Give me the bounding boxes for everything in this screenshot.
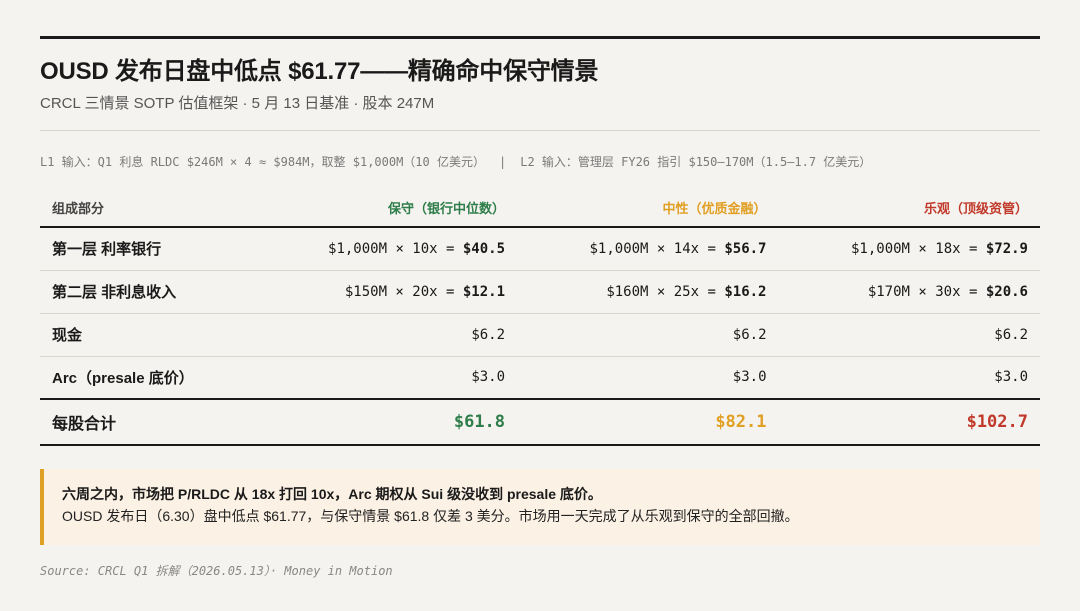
page-subtitle: CRCL 三情景 SOTP 估值框架 · 5 月 13 日基准 · 股本 247… [40, 95, 435, 112]
total-label: 每股合计 [40, 398, 256, 446]
cell-conservative: $150M × 20x = $12.1 [255, 270, 518, 314]
row-label: Arc（presale 底价） [40, 356, 256, 400]
table-header-row: 组成部分 保守（银行中位数） 中性（优质金融） 乐观（顶级资管） [40, 189, 1040, 228]
cell-conservative: $1,000M × 10x = $40.5 [255, 227, 518, 271]
inputs-separator: | [499, 155, 507, 169]
cell-optimistic: $1,000M × 18x = $72.9 [778, 227, 1040, 271]
callout-headline: 六周之内，市场把 P/RLDC 从 18x 打回 10x，Arc 期权从 Sui… [62, 486, 602, 502]
l1-input-note: L1 输入：Q1 利息 RLDC $246M × 4 ≈ $984M，取整 $1… [40, 155, 485, 169]
cell-neutral: $1,000M × 14x = $56.7 [517, 227, 779, 271]
table-row: 第二层 非利息收入 $150M × 20x = $12.1 $160M × 25… [40, 270, 1040, 314]
cell-optimistic: $170M × 30x = $20.6 [778, 270, 1040, 314]
cell-conservative: $3.0 [255, 356, 518, 400]
page-title: OUSD 发布日盘中低点 $61.77——精确命中保守情景 [40, 58, 599, 85]
table-row: Arc（presale 底价） $3.0 $3.0 $3.0 [40, 356, 1040, 400]
header-neutral: 中性（优质金融） [517, 189, 779, 228]
header-optimistic: 乐观（顶级资管） [778, 189, 1040, 228]
cell-neutral: $3.0 [517, 356, 779, 400]
source-note: Source: CRCL Q1 拆解（2026.05.13）· Money in… [40, 564, 393, 578]
l2-input-note: L2 输入：管理层 FY26 指引 $150–170M（1.5–1.7 亿美元） [520, 155, 872, 169]
total-optimistic: $102.7 [778, 398, 1040, 446]
callout-body: OUSD 发布日（6.30）盘中低点 $61.77，与保守情景 $61.8 仅差… [62, 508, 799, 524]
row-label: 第一层 利率银行 [40, 227, 256, 271]
cell-optimistic: $3.0 [778, 356, 1040, 400]
page: OUSD 发布日盘中低点 $61.77——精确命中保守情景 CRCL 三情景 S… [40, 36, 1040, 579]
inputs-line: L1 输入：Q1 利息 RLDC $246M × 4 ≈ $984M，取整 $1… [40, 153, 1040, 171]
table-row: 第一层 利率银行 $1,000M × 10x = $40.5 $1,000M ×… [40, 227, 1040, 271]
cell-neutral: $160M × 25x = $16.2 [517, 270, 779, 314]
table-row: 现金 $6.2 $6.2 $6.2 [40, 313, 1040, 357]
total-neutral: $82.1 [517, 398, 779, 446]
cell-conservative: $6.2 [255, 313, 518, 357]
valuation-table: 组成部分 保守（银行中位数） 中性（优质金融） 乐观（顶级资管） 第一层 利率银… [40, 189, 1040, 446]
total-row: 每股合计 $61.8 $82.1 $102.7 [40, 398, 1040, 446]
cell-neutral: $6.2 [517, 313, 779, 357]
top-divider [40, 36, 1040, 39]
section-divider [40, 130, 1040, 131]
row-label: 第二层 非利息收入 [40, 270, 256, 314]
callout-box: 六周之内，市场把 P/RLDC 从 18x 打回 10x，Arc 期权从 Sui… [40, 469, 1040, 545]
total-conservative: $61.8 [255, 398, 518, 446]
cell-optimistic: $6.2 [778, 313, 1040, 357]
header-conservative: 保守（银行中位数） [255, 189, 518, 228]
header-component: 组成部分 [40, 189, 256, 228]
row-label: 现金 [40, 313, 256, 357]
